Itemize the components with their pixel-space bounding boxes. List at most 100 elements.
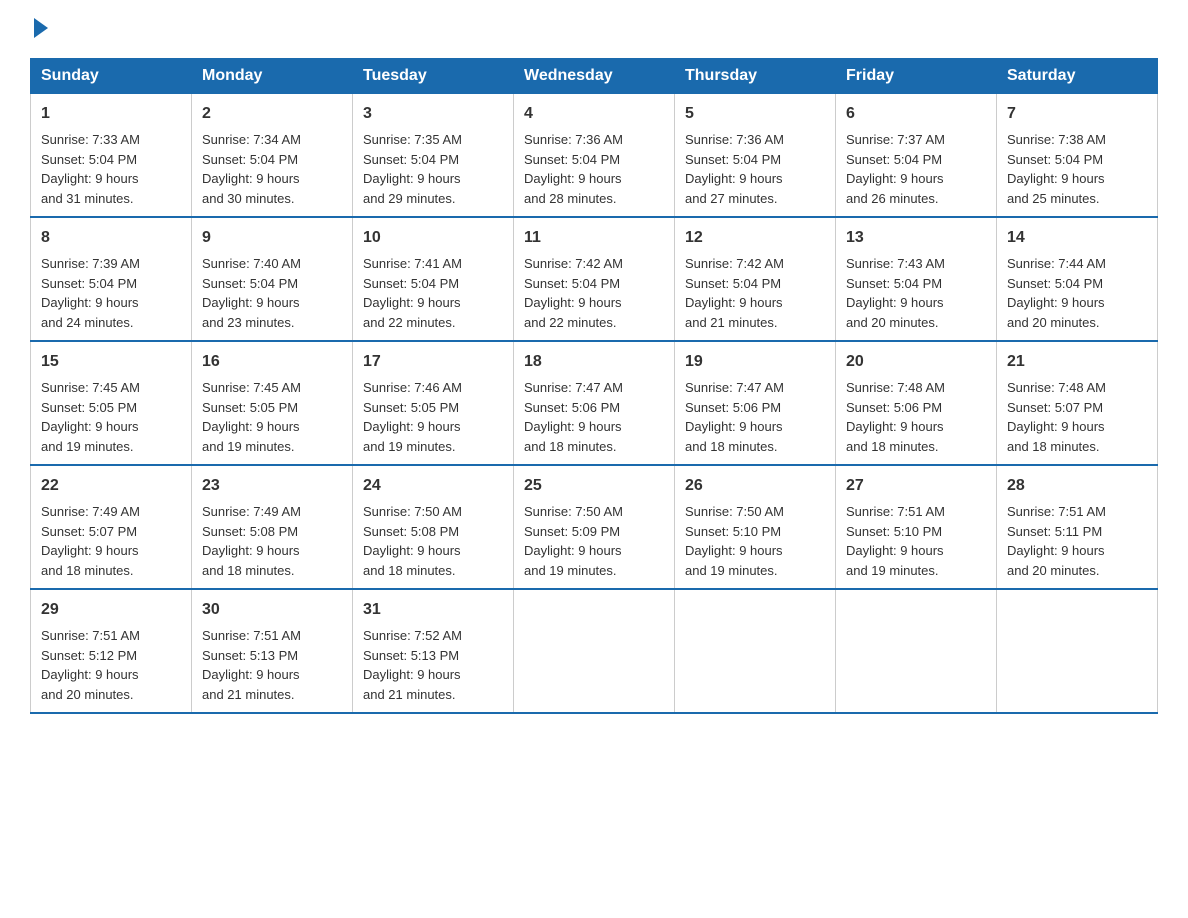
cell-sunrise: Sunrise: 7:48 AM xyxy=(1007,380,1106,395)
cell-sunrise: Sunrise: 7:52 AM xyxy=(363,628,462,643)
cell-sunrise: Sunrise: 7:36 AM xyxy=(685,132,784,147)
calendar-header-row: SundayMondayTuesdayWednesdayThursdayFrid… xyxy=(31,59,1158,94)
calendar-cell: 1 Sunrise: 7:33 AM Sunset: 5:04 PM Dayli… xyxy=(31,94,192,218)
calendar-week-row: 22 Sunrise: 7:49 AM Sunset: 5:07 PM Dayl… xyxy=(31,465,1158,589)
cell-daylight: Daylight: 9 hours xyxy=(685,295,783,310)
cell-sunset: Sunset: 5:04 PM xyxy=(1007,276,1103,291)
cell-sunset: Sunset: 5:04 PM xyxy=(41,276,137,291)
cell-sunrise: Sunrise: 7:47 AM xyxy=(524,380,623,395)
cell-sunset: Sunset: 5:05 PM xyxy=(202,400,298,415)
calendar-cell: 20 Sunrise: 7:48 AM Sunset: 5:06 PM Dayl… xyxy=(836,341,997,465)
day-number: 21 xyxy=(1007,350,1147,374)
cell-daylight2: and 26 minutes. xyxy=(846,191,939,206)
calendar-cell: 24 Sunrise: 7:50 AM Sunset: 5:08 PM Dayl… xyxy=(353,465,514,589)
calendar-cell: 29 Sunrise: 7:51 AM Sunset: 5:12 PM Dayl… xyxy=(31,589,192,713)
calendar-cell xyxy=(836,589,997,713)
cell-sunrise: Sunrise: 7:39 AM xyxy=(41,256,140,271)
cell-sunrise: Sunrise: 7:47 AM xyxy=(685,380,784,395)
cell-sunrise: Sunrise: 7:40 AM xyxy=(202,256,301,271)
day-number: 30 xyxy=(202,598,342,622)
calendar-cell: 6 Sunrise: 7:37 AM Sunset: 5:04 PM Dayli… xyxy=(836,94,997,218)
cell-sunset: Sunset: 5:10 PM xyxy=(846,524,942,539)
cell-daylight2: and 25 minutes. xyxy=(1007,191,1100,206)
calendar-week-row: 8 Sunrise: 7:39 AM Sunset: 5:04 PM Dayli… xyxy=(31,217,1158,341)
cell-sunset: Sunset: 5:04 PM xyxy=(1007,152,1103,167)
calendar-week-row: 1 Sunrise: 7:33 AM Sunset: 5:04 PM Dayli… xyxy=(31,94,1158,218)
cell-sunrise: Sunrise: 7:51 AM xyxy=(1007,504,1106,519)
cell-daylight: Daylight: 9 hours xyxy=(202,295,300,310)
cell-daylight2: and 23 minutes. xyxy=(202,315,295,330)
day-number: 6 xyxy=(846,102,986,126)
calendar-cell: 15 Sunrise: 7:45 AM Sunset: 5:05 PM Dayl… xyxy=(31,341,192,465)
cell-daylight: Daylight: 9 hours xyxy=(846,171,944,186)
cell-daylight: Daylight: 9 hours xyxy=(41,667,139,682)
cell-daylight: Daylight: 9 hours xyxy=(363,171,461,186)
column-header-wednesday: Wednesday xyxy=(514,59,675,94)
cell-sunset: Sunset: 5:06 PM xyxy=(685,400,781,415)
cell-daylight: Daylight: 9 hours xyxy=(685,419,783,434)
calendar-cell: 16 Sunrise: 7:45 AM Sunset: 5:05 PM Dayl… xyxy=(192,341,353,465)
cell-daylight: Daylight: 9 hours xyxy=(41,171,139,186)
day-number: 28 xyxy=(1007,474,1147,498)
calendar-week-row: 29 Sunrise: 7:51 AM Sunset: 5:12 PM Dayl… xyxy=(31,589,1158,713)
cell-daylight2: and 20 minutes. xyxy=(1007,563,1100,578)
cell-sunrise: Sunrise: 7:51 AM xyxy=(41,628,140,643)
cell-sunset: Sunset: 5:05 PM xyxy=(41,400,137,415)
day-number: 1 xyxy=(41,102,181,126)
calendar-cell: 21 Sunrise: 7:48 AM Sunset: 5:07 PM Dayl… xyxy=(997,341,1158,465)
cell-sunrise: Sunrise: 7:48 AM xyxy=(846,380,945,395)
calendar-cell: 11 Sunrise: 7:42 AM Sunset: 5:04 PM Dayl… xyxy=(514,217,675,341)
cell-daylight2: and 19 minutes. xyxy=(363,439,456,454)
cell-daylight: Daylight: 9 hours xyxy=(524,171,622,186)
cell-sunrise: Sunrise: 7:51 AM xyxy=(846,504,945,519)
calendar-cell: 31 Sunrise: 7:52 AM Sunset: 5:13 PM Dayl… xyxy=(353,589,514,713)
cell-daylight2: and 24 minutes. xyxy=(41,315,134,330)
cell-sunset: Sunset: 5:04 PM xyxy=(41,152,137,167)
cell-daylight: Daylight: 9 hours xyxy=(202,419,300,434)
day-number: 7 xyxy=(1007,102,1147,126)
cell-daylight2: and 19 minutes. xyxy=(41,439,134,454)
cell-sunset: Sunset: 5:04 PM xyxy=(363,152,459,167)
cell-sunrise: Sunrise: 7:41 AM xyxy=(363,256,462,271)
calendar-cell: 19 Sunrise: 7:47 AM Sunset: 5:06 PM Dayl… xyxy=(675,341,836,465)
calendar-cell: 2 Sunrise: 7:34 AM Sunset: 5:04 PM Dayli… xyxy=(192,94,353,218)
calendar-cell: 18 Sunrise: 7:47 AM Sunset: 5:06 PM Dayl… xyxy=(514,341,675,465)
cell-sunrise: Sunrise: 7:36 AM xyxy=(524,132,623,147)
calendar-cell: 5 Sunrise: 7:36 AM Sunset: 5:04 PM Dayli… xyxy=(675,94,836,218)
calendar-cell: 23 Sunrise: 7:49 AM Sunset: 5:08 PM Dayl… xyxy=(192,465,353,589)
cell-sunset: Sunset: 5:13 PM xyxy=(202,648,298,663)
column-header-thursday: Thursday xyxy=(675,59,836,94)
day-number: 19 xyxy=(685,350,825,374)
cell-daylight2: and 30 minutes. xyxy=(202,191,295,206)
cell-daylight2: and 18 minutes. xyxy=(685,439,778,454)
cell-sunset: Sunset: 5:04 PM xyxy=(202,276,298,291)
day-number: 20 xyxy=(846,350,986,374)
cell-daylight: Daylight: 9 hours xyxy=(846,295,944,310)
day-number: 8 xyxy=(41,226,181,250)
cell-sunset: Sunset: 5:13 PM xyxy=(363,648,459,663)
cell-daylight: Daylight: 9 hours xyxy=(202,171,300,186)
cell-sunset: Sunset: 5:04 PM xyxy=(363,276,459,291)
calendar-cell: 22 Sunrise: 7:49 AM Sunset: 5:07 PM Dayl… xyxy=(31,465,192,589)
cell-daylight2: and 20 minutes. xyxy=(1007,315,1100,330)
day-number: 13 xyxy=(846,226,986,250)
cell-daylight: Daylight: 9 hours xyxy=(524,295,622,310)
cell-sunset: Sunset: 5:07 PM xyxy=(41,524,137,539)
cell-sunset: Sunset: 5:10 PM xyxy=(685,524,781,539)
cell-daylight: Daylight: 9 hours xyxy=(363,295,461,310)
day-number: 27 xyxy=(846,474,986,498)
cell-sunset: Sunset: 5:04 PM xyxy=(685,152,781,167)
cell-daylight2: and 21 minutes. xyxy=(685,315,778,330)
cell-daylight: Daylight: 9 hours xyxy=(846,419,944,434)
day-number: 17 xyxy=(363,350,503,374)
cell-daylight: Daylight: 9 hours xyxy=(363,543,461,558)
cell-daylight2: and 18 minutes. xyxy=(1007,439,1100,454)
cell-sunrise: Sunrise: 7:45 AM xyxy=(41,380,140,395)
calendar-cell: 14 Sunrise: 7:44 AM Sunset: 5:04 PM Dayl… xyxy=(997,217,1158,341)
cell-sunset: Sunset: 5:06 PM xyxy=(846,400,942,415)
logo xyxy=(30,20,48,38)
cell-daylight2: and 21 minutes. xyxy=(363,687,456,702)
cell-daylight2: and 19 minutes. xyxy=(202,439,295,454)
day-number: 23 xyxy=(202,474,342,498)
column-header-sunday: Sunday xyxy=(31,59,192,94)
